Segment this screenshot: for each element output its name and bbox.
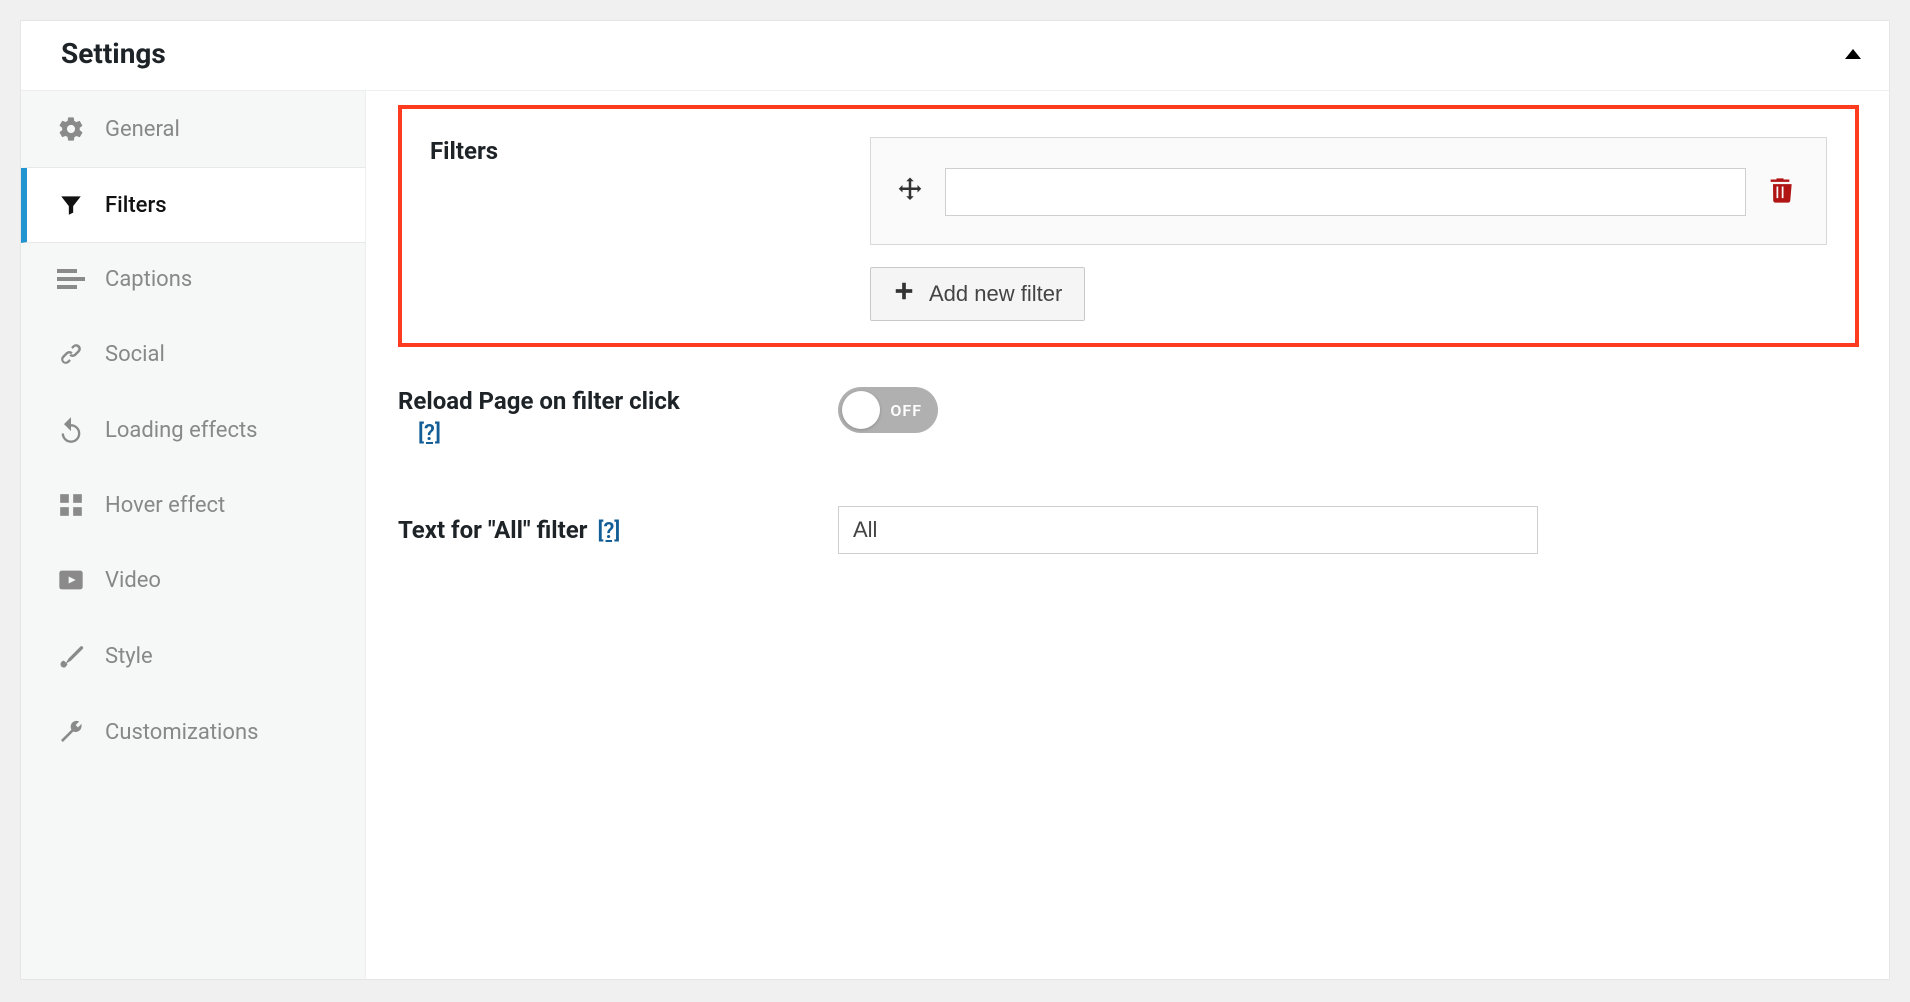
- toggle-knob: [842, 391, 880, 429]
- reload-on-click-toggle[interactable]: OFF: [838, 387, 938, 433]
- collapse-toggle[interactable]: [1845, 44, 1861, 63]
- all-filter-help-link[interactable]: [?]: [597, 519, 620, 544]
- filter-name-input[interactable]: [945, 168, 1746, 216]
- grid-icon: [57, 492, 85, 518]
- add-new-filter-label: Add new filter: [929, 281, 1062, 307]
- link-icon: [57, 340, 85, 368]
- funnel-icon: [57, 192, 85, 218]
- undo-icon: [57, 416, 85, 444]
- toggle-state-label: OFF: [890, 401, 922, 420]
- sidebar-item-label: Style: [105, 644, 153, 669]
- panel-body: General Filters Captions Social: [21, 91, 1889, 979]
- add-new-filter-button[interactable]: Add new filter: [870, 267, 1085, 321]
- gear-icon: [57, 115, 85, 143]
- settings-panel: Settings General Filters: [20, 20, 1890, 980]
- play-icon: [57, 566, 85, 594]
- sidebar-item-social[interactable]: Social: [21, 316, 365, 392]
- brush-icon: [57, 642, 85, 670]
- filter-item: [870, 137, 1827, 245]
- sidebar-item-label: Social: [105, 342, 165, 367]
- sidebar-item-general[interactable]: General: [21, 91, 365, 168]
- panel-title: Settings: [61, 37, 166, 70]
- sidebar-item-label: Captions: [105, 267, 192, 292]
- sidebar-item-filters[interactable]: Filters: [21, 168, 365, 243]
- trash-icon[interactable]: [1766, 175, 1794, 209]
- sidebar-item-label: General: [105, 117, 180, 142]
- sidebar-item-label: Customizations: [105, 720, 258, 745]
- sidebar-item-hover-effect[interactable]: Hover effect: [21, 468, 365, 542]
- filters-highlight-box: Filters: [398, 105, 1859, 347]
- all-filter-text-input[interactable]: [838, 506, 1538, 554]
- sidebar-item-style[interactable]: Style: [21, 618, 365, 694]
- reload-help-link[interactable]: [?]: [418, 421, 441, 446]
- all-filter-text-label: Text for "All" filter: [398, 516, 587, 544]
- sidebar-item-customizations[interactable]: Customizations: [21, 694, 365, 770]
- sidebar-item-captions[interactable]: Captions: [21, 243, 365, 316]
- filters-section-label: Filters: [430, 137, 830, 165]
- plus-icon: [893, 280, 915, 308]
- wrench-icon: [57, 718, 85, 746]
- captions-icon: [57, 269, 85, 291]
- sidebar-item-label: Video: [105, 568, 161, 593]
- sidebar-item-video[interactable]: Video: [21, 542, 365, 618]
- settings-sidebar: General Filters Captions Social: [21, 91, 366, 979]
- sidebar-item-loading-effects[interactable]: Loading effects: [21, 392, 365, 468]
- move-icon[interactable]: [895, 175, 925, 209]
- sidebar-item-label: Loading effects: [105, 418, 258, 443]
- settings-content: Filters: [366, 91, 1889, 979]
- sidebar-item-label: Hover effect: [105, 493, 225, 518]
- panel-header: Settings: [21, 21, 1889, 91]
- reload-on-click-label: Reload Page on filter click: [398, 387, 680, 415]
- sidebar-item-label: Filters: [105, 193, 167, 218]
